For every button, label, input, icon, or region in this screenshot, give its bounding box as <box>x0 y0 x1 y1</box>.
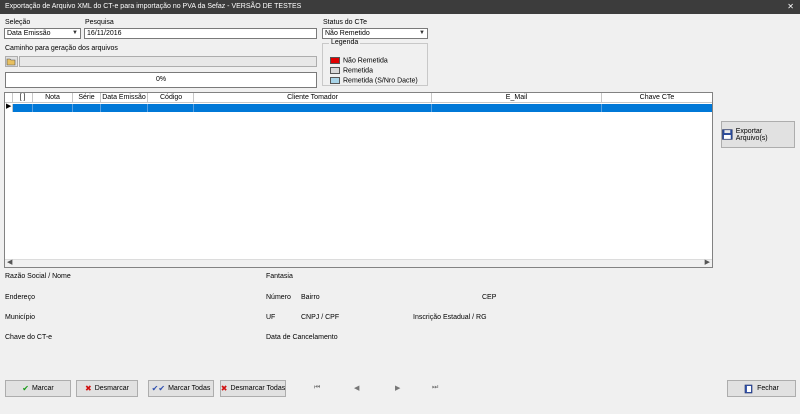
razao-label: Razão Social / Nome <box>5 273 71 280</box>
fechar-button[interactable]: Fechar <box>727 380 796 397</box>
row-arrow-icon: ▶ <box>6 103 12 110</box>
grid-col-check[interactable]: [ ] <box>13 93 33 103</box>
chevron-down-icon: ▼ <box>72 30 78 36</box>
legend-swatch-blue <box>330 77 340 84</box>
bairro-label: Bairro <box>301 294 320 301</box>
legend-item: Remetida <box>330 67 373 75</box>
row-indicator: ▶ <box>5 103 13 112</box>
title-bar: Exportação de Arquivo XML do CT-e para i… <box>0 0 800 14</box>
grid-col-data[interactable]: Data Emissão <box>101 93 148 103</box>
horizontal-scrollbar[interactable]: ◀ ▶ <box>5 259 712 267</box>
endereco-label: Endereço <box>5 294 35 301</box>
status-label: Status do CTe <box>323 19 367 26</box>
scroll-right-icon[interactable]: ▶ <box>705 258 710 266</box>
pesquisa-input[interactable]: 16/11/2016 <box>84 28 317 39</box>
table-cell[interactable] <box>33 104 73 112</box>
fantasia-label: Fantasia <box>266 273 293 280</box>
cep-label: CEP <box>482 294 497 301</box>
uf-label: UF <box>266 314 276 321</box>
grid-col-chave[interactable]: Chave CTe <box>602 93 712 103</box>
fechar-label: Fechar <box>757 385 779 392</box>
status-value: Não Remetido <box>325 30 370 37</box>
table-cell[interactable] <box>13 104 33 112</box>
legend-title: Legenda <box>329 39 361 46</box>
selecao-label: Seleção <box>5 19 31 26</box>
marcar-todas-label: Marcar Todas <box>168 385 211 392</box>
progress-text: 0% <box>155 76 167 83</box>
x-icon: ✖ <box>85 383 92 393</box>
table-cell[interactable] <box>432 104 602 112</box>
check-icon: ✔ <box>22 383 29 393</box>
grid-col-nota[interactable]: Nota <box>33 93 73 103</box>
grid-col-codigo[interactable]: Código <box>148 93 194 103</box>
grid-col-cliente[interactable]: Cliente Tomador <box>194 93 432 103</box>
exit-door-icon <box>744 384 753 393</box>
legend-item: Não Remetida <box>330 57 388 65</box>
selecao-value: Data Emissão <box>7 30 51 37</box>
legend-label: Remetida <box>343 67 373 75</box>
double-check-icon: ✔✔ <box>151 383 166 393</box>
desmarcar-todas-label: Desmarcar Todas <box>230 385 286 392</box>
table-cell[interactable] <box>101 104 148 112</box>
table-row[interactable]: ▶ <box>5 103 712 112</box>
caminho-label: Caminho para geração dos arquivos <box>5 45 118 52</box>
pesquisa-label: Pesquisa <box>85 19 114 26</box>
first-record-icon[interactable]: ⏮ <box>314 384 320 392</box>
table-cell[interactable] <box>73 104 101 112</box>
scroll-left-icon[interactable]: ◀ <box>7 258 12 266</box>
legend-box: Legenda Não Remetida Remetida Remetida (… <box>322 39 428 86</box>
window-title: Exportação de Arquivo XML do CT-e para i… <box>5 3 302 10</box>
legend-swatch-gray <box>330 67 340 74</box>
marcar-button[interactable]: ✔ Marcar <box>5 380 71 397</box>
progress-bar: 0% <box>5 72 317 88</box>
municipio-label: Município <box>5 314 35 321</box>
marcar-todas-button[interactable]: ✔✔ Marcar Todas <box>148 380 214 397</box>
legend-label: Remetida (S/Nro Dacte) <box>343 77 418 85</box>
selecao-select[interactable]: Data Emissão ▼ <box>4 28 81 39</box>
floppy-disk-icon <box>722 129 733 140</box>
inscricao-label: Inscrição Estadual / RG <box>413 314 487 321</box>
chevron-down-icon: ▼ <box>419 30 425 36</box>
legend-item: Remetida (S/Nro Dacte) <box>330 77 418 85</box>
legend-swatch-red <box>330 57 340 64</box>
numero-label: Número <box>266 294 291 301</box>
table-cell[interactable] <box>148 104 194 112</box>
folder-open-icon <box>6 58 16 66</box>
desmarcar-label: Desmarcar <box>94 385 129 392</box>
grid-header: [ ] Nota Série Data Emissão Código Clien… <box>5 93 712 103</box>
desmarcar-button[interactable]: ✖ Desmarcar <box>76 380 138 397</box>
next-record-icon[interactable]: ▶ <box>395 384 400 392</box>
last-record-icon[interactable]: ⏭ <box>432 384 438 392</box>
pesquisa-value: 16/11/2016 <box>87 30 122 37</box>
export-label: Exportar Arquivo(s) <box>735 127 768 142</box>
legend-label: Não Remetida <box>343 57 388 65</box>
export-button[interactable]: Exportar Arquivo(s) <box>721 121 795 148</box>
cnpj-label: CNPJ / CPF <box>301 314 340 321</box>
cte-grid[interactable]: [ ] Nota Série Data Emissão Código Clien… <box>4 92 713 268</box>
table-cell[interactable] <box>194 104 432 112</box>
data-cancel-label: Data de Cancelamento <box>266 334 338 341</box>
x-icon: ✖ <box>220 383 228 393</box>
grid-col-serie[interactable]: Série <box>73 93 101 103</box>
grid-col-email[interactable]: E_Mail <box>432 93 602 103</box>
status-select[interactable]: Não Remetido ▼ <box>322 28 428 39</box>
path-field[interactable] <box>19 56 317 67</box>
folder-button[interactable] <box>5 56 18 67</box>
prev-record-icon[interactable]: ◀ <box>354 384 359 392</box>
desmarcar-todas-button[interactable]: ✖ Desmarcar Todas <box>220 380 286 397</box>
chave-label: Chave do CT-e <box>5 334 53 341</box>
marcar-label: Marcar <box>31 385 54 392</box>
table-cell[interactable] <box>602 104 712 112</box>
close-icon[interactable]: ✕ <box>787 0 794 14</box>
main-window: Exportação de Arquivo XML do CT-e para i… <box>0 0 800 414</box>
